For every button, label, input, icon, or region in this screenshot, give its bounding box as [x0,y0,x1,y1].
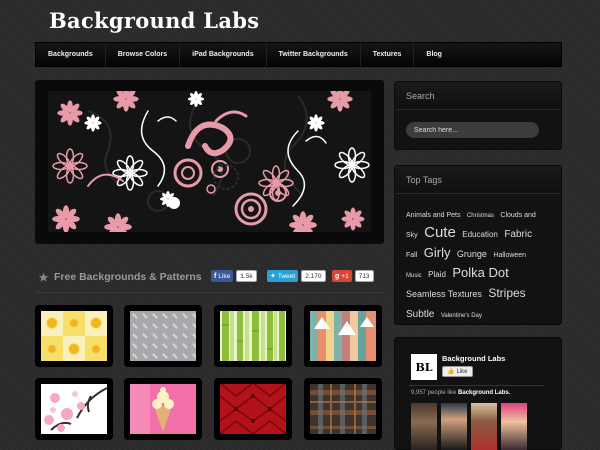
tag-link[interactable]: Education [462,230,498,239]
featured-slider[interactable] [35,80,384,244]
tag-link[interactable]: Plaid [428,270,446,279]
top-tags-widget: Top Tags Animals and Pets Christmas Clou… [394,165,562,325]
gplus-share: g +1 713 [332,270,374,282]
tag-link[interactable]: Christmas [467,213,494,219]
facebook-page-name[interactable]: Background Labs [442,354,505,363]
section-heading: Free Backgrounds & Patterns [38,271,202,283]
facebook-divider [409,385,544,386]
facebook-page-like-label: Like [456,368,468,375]
thumbnail-image[interactable] [41,384,107,434]
tag-link[interactable]: Valentine's Day [441,313,482,319]
facebook-page-logo[interactable]: BL [411,354,437,380]
gplus-count: 713 [354,270,374,282]
thumbnail-plaid[interactable] [304,378,382,440]
thumbnail-image[interactable] [130,384,196,434]
thumbnail-ice-cream[interactable] [124,378,202,440]
fan-avatar[interactable] [441,403,467,450]
thumbnail-bamboo[interactable] [214,305,292,367]
thumbnail-image[interactable] [220,384,286,434]
tweet-button[interactable]: ✦ Tweet [267,270,299,282]
gplus-label: +1 [341,272,349,280]
main-nav: Backgrounds Browse Colors iPad Backgroun… [35,42,562,67]
tag-link[interactable]: Cute [424,224,456,241]
site-title[interactable]: Background Labs [49,8,259,33]
fan-avatar[interactable] [501,403,527,450]
thumbnail-image[interactable] [41,311,107,361]
tweet-count: 2,170 [301,270,326,282]
nav-item-ipad-backgrounds[interactable]: iPad Backgrounds [180,43,267,66]
tag-link[interactable]: Halloween [493,252,526,259]
tag-link[interactable]: Animals and Pets [406,212,460,219]
fan-avatar[interactable] [471,403,497,450]
twitter-share: ✦ Tweet 2,170 [267,270,326,282]
twitter-bird-icon: ✦ [270,273,276,280]
tweet-label: Tweet [277,272,296,280]
facebook-page-like-button[interactable]: 👍 Like [442,366,473,377]
star-icon [38,272,49,282]
nav-item-backgrounds[interactable]: Backgrounds [36,43,106,66]
section-title: Free Backgrounds & Patterns [54,271,202,283]
search-widget: Search [394,81,562,150]
facebook-fans-label: people like [427,390,457,396]
tag-link[interactable]: Fabric [504,229,532,240]
thumbnail-diamond-plate[interactable] [124,305,202,367]
gplus-button[interactable]: g +1 [332,270,352,282]
search-input[interactable] [406,122,539,138]
facebook-like-box: BL Background Labs 👍 Like 9,957 people l… [409,350,545,450]
thumbnail-image[interactable] [130,311,196,361]
featured-background-image[interactable] [48,91,371,232]
nav-item-blog[interactable]: Blog [414,43,454,66]
tag-link[interactable]: Subtle [406,309,434,320]
tag-link[interactable]: Fall [406,252,417,259]
thumbnail-image[interactable] [310,311,376,361]
thumbnail-image[interactable] [310,384,376,434]
thumbnail-pastel-mountains[interactable] [304,305,382,367]
facebook-icon: f [214,272,217,280]
tag-link[interactable]: Music [406,273,422,279]
nav-item-twitter-backgrounds[interactable]: Twitter Backgrounds [267,43,361,66]
facebook-fan-faces [411,403,527,450]
facebook-fans-text: 9,957 people like Background Labs. [411,390,510,396]
tag-link[interactable]: Seamless Textures [406,289,482,299]
tag-link[interactable]: Stripes [488,286,525,300]
thumbnail-image[interactable] [220,311,286,361]
tag-cloud: Animals and Pets Christmas Clouds and Sk… [395,194,561,332]
thumbnail-yellow-suns[interactable] [35,305,113,367]
gplus-icon: g [335,272,340,280]
facebook-fans-page[interactable]: Background Labs. [458,390,510,396]
nav-item-browse-colors[interactable]: Browse Colors [106,43,181,66]
fan-avatar[interactable] [411,403,437,450]
top-tags-title: Top Tags [395,166,561,194]
facebook-like-button[interactable]: f Like [211,270,234,282]
tag-link[interactable]: Polka Dot [452,265,508,280]
search-widget-title: Search [395,82,561,110]
thumbnail-cherry-blossom[interactable] [35,378,113,440]
thumbs-up-icon: 👍 [447,369,455,375]
tag-link[interactable]: Girly [424,245,451,260]
facebook-logo-text: BL [415,360,433,374]
facebook-share: f Like 1.5k [211,270,257,282]
section-divider [35,292,384,293]
facebook-like-count: 1.5k [236,270,257,282]
nav-item-textures[interactable]: Textures [361,43,415,66]
facebook-fans-count: 9,957 [411,390,427,396]
tag-link[interactable]: Grunge [457,249,487,259]
thumbnail-red-tufted[interactable] [214,378,292,440]
facebook-like-label: Like [218,272,231,280]
